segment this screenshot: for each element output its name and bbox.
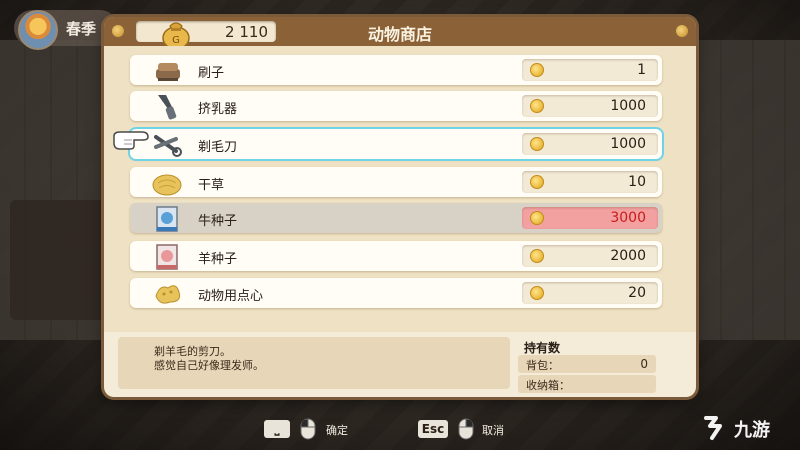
brush-icon	[156, 63, 180, 81]
season-label: 春季	[66, 20, 97, 38]
item-name: 干草	[198, 178, 225, 193]
coin-icon	[530, 137, 544, 151]
price-value: 1000	[610, 98, 646, 114]
space-key[interactable]: ⎵	[264, 420, 290, 438]
item-name: 牛种子	[198, 214, 238, 229]
backpack-label: 背包：	[526, 359, 559, 372]
price-value: 1000	[610, 136, 646, 152]
animal-treat-icon	[155, 285, 181, 304]
coin-icon	[530, 99, 544, 113]
coin-icon	[530, 286, 544, 300]
owned-backpack-row: 背包： 0	[518, 355, 656, 373]
owned-storage-row: 收纳箱：	[518, 375, 656, 393]
confirm-label[interactable]: 确定	[326, 422, 348, 438]
price-value: 1	[637, 62, 646, 78]
list-item-brush[interactable]: 刷子 1	[130, 55, 662, 85]
season-icon	[18, 10, 58, 50]
coin-icon	[530, 249, 544, 263]
cow-seed-icon	[156, 206, 178, 232]
item-name: 动物用点心	[198, 289, 264, 304]
shop-header: G 2 110 动物商店	[104, 17, 696, 50]
list-item-hay[interactable]: 干草 10	[130, 167, 662, 197]
item-name: 挤乳器	[198, 102, 238, 117]
sheep-seed-icon	[156, 244, 178, 270]
list-item-sheep-seed[interactable]: 羊种子 2000	[130, 241, 662, 271]
background-wall-right	[690, 40, 800, 340]
hay-icon	[152, 174, 182, 196]
shears-icon	[154, 135, 182, 157]
item-name: 羊种子	[198, 252, 238, 267]
price-box: 2000	[522, 245, 658, 267]
background-table	[10, 200, 110, 320]
pointing-hand-icon	[113, 131, 149, 150]
description-line: 感觉自己好像理发师。	[154, 359, 264, 372]
price-box: 1000	[522, 133, 658, 155]
coin-icon	[530, 175, 544, 189]
list-item-cow-seed[interactable]: 牛种子 3000	[130, 203, 662, 233]
owned-count-title: 持有数	[524, 341, 561, 355]
storage-label: 收纳箱：	[526, 379, 570, 392]
esc-key[interactable]: Esc	[418, 420, 448, 438]
item-name: 剃毛刀	[198, 140, 238, 155]
coin-icon	[530, 211, 544, 225]
price-value: 10	[628, 174, 646, 190]
price-value: 20	[628, 285, 646, 301]
price-value: 2000	[610, 248, 646, 264]
list-item-milker[interactable]: 挤乳器 1000	[130, 91, 662, 121]
list-item-shears[interactable]: 剃毛刀 1000	[130, 129, 662, 159]
watermark-text: 九游	[734, 420, 770, 441]
list-item-animal-treat[interactable]: 动物用点心 20	[130, 278, 662, 308]
watermark-icon	[704, 416, 722, 440]
price-box: 1000	[522, 95, 658, 117]
watermark-logo: 九游	[700, 410, 792, 444]
price-box: 10	[522, 171, 658, 193]
milker-icon	[158, 95, 177, 120]
coin-icon	[530, 63, 544, 77]
item-name: 刷子	[198, 66, 225, 81]
mouse-left-click-icon	[300, 418, 316, 440]
cancel-label[interactable]: 取消	[482, 422, 504, 438]
price-value: 3000	[610, 210, 646, 226]
shop-title: 动物商店	[367, 25, 432, 44]
backpack-value: 0	[640, 357, 648, 371]
mouse-right-click-icon	[458, 418, 474, 440]
shop-panel: G 2 110 动物商店 刷子 1 挤乳器 1000 剃毛刀 1000 干草 1…	[104, 17, 696, 397]
item-description-box: 剃羊毛的剪刀。 感觉自己好像理发师。	[118, 337, 510, 389]
price-box: 3000	[522, 207, 658, 229]
price-box: 20	[522, 282, 658, 304]
price-box: 1	[522, 59, 658, 81]
item-list: 刷子 1 挤乳器 1000 剃毛刀 1000 干草 10 牛种子 3000 羊种…	[104, 46, 696, 332]
